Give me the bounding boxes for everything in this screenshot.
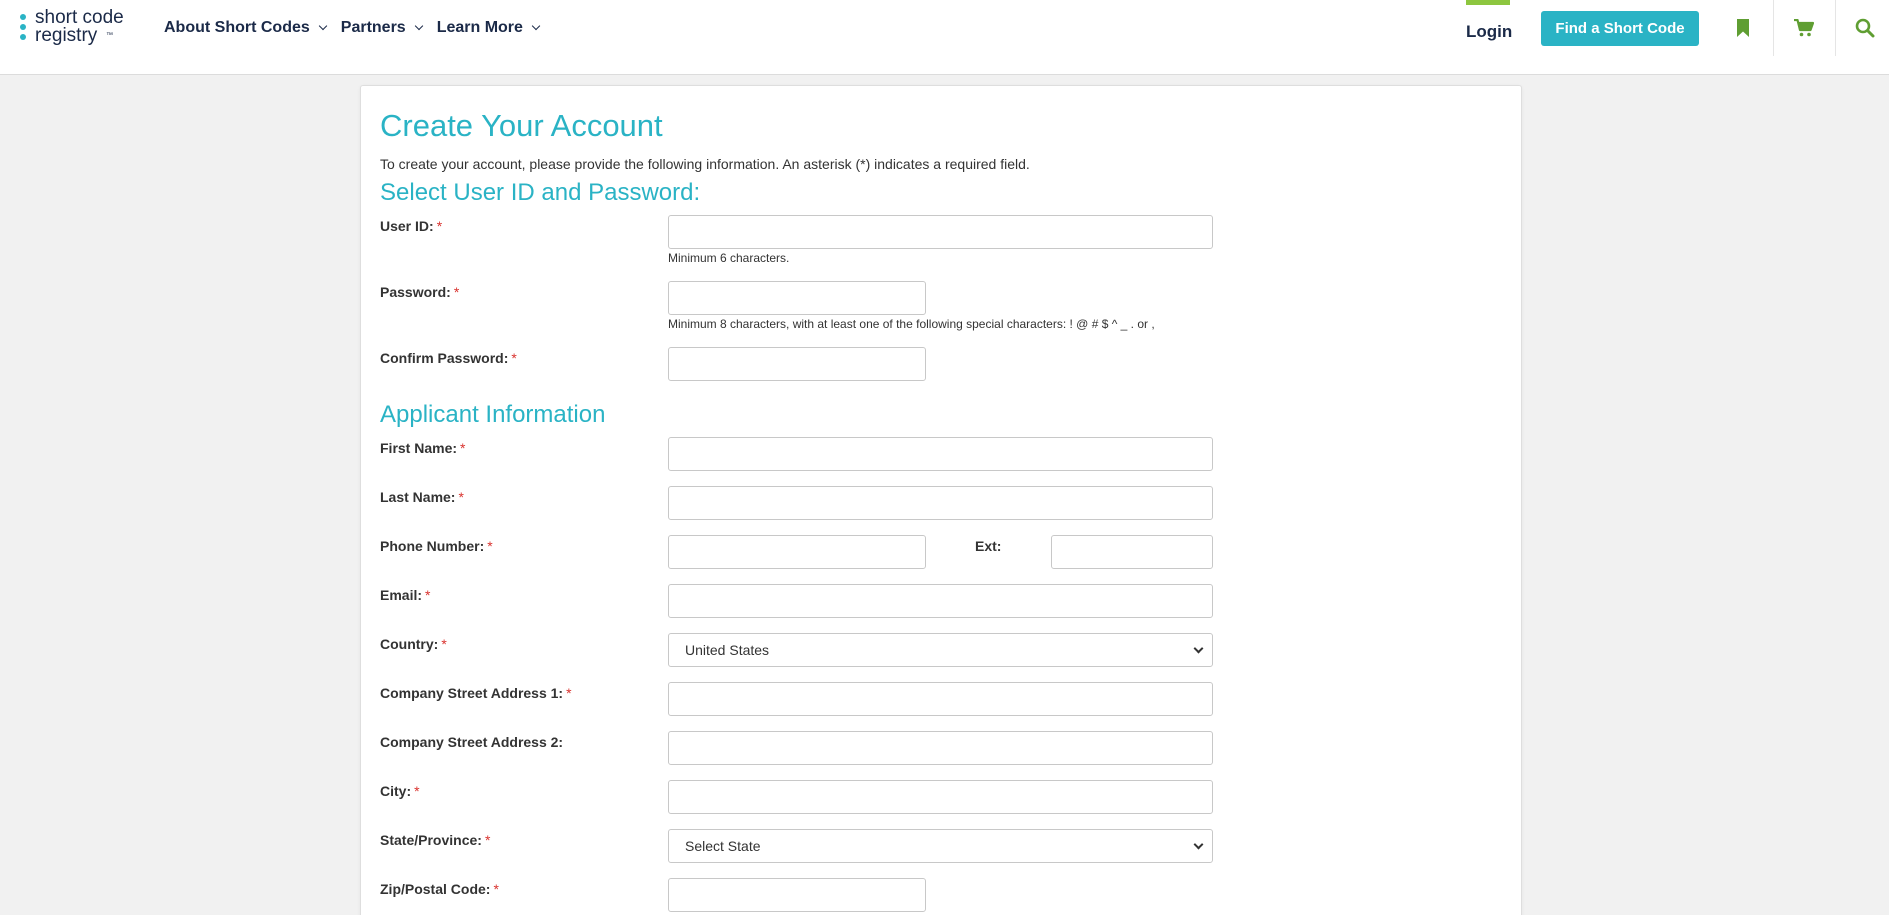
country-label: Country: * bbox=[380, 636, 447, 652]
address1-input[interactable] bbox=[668, 682, 1213, 716]
header-divider bbox=[1773, 0, 1774, 56]
main-nav: About Short Codes Partners Learn More bbox=[164, 0, 554, 56]
first-name-input[interactable] bbox=[668, 437, 1213, 471]
state-label: State/Province: * bbox=[380, 832, 491, 848]
login-label: Login bbox=[1466, 22, 1513, 41]
password-hint: Minimum 8 characters, with at least one … bbox=[668, 317, 1155, 331]
find-short-code-button[interactable]: Find a Short Code bbox=[1541, 11, 1699, 46]
zip-input[interactable] bbox=[668, 878, 926, 912]
page-title: Create Your Account bbox=[380, 108, 663, 143]
search-icon[interactable] bbox=[1845, 8, 1885, 48]
nav-partners[interactable]: Partners bbox=[340, 19, 423, 37]
email-input[interactable] bbox=[668, 584, 1213, 618]
state-select[interactable]: Select State bbox=[668, 829, 1213, 863]
nav-learn-more-label: Learn More bbox=[436, 19, 523, 36]
country-selected-value: United States bbox=[685, 642, 770, 658]
required-asterisk: * bbox=[436, 218, 443, 234]
user-id-input[interactable] bbox=[668, 215, 1213, 249]
nav-about-label: About Short Codes bbox=[164, 19, 310, 36]
site-header: short code registry ™ About Short Codes … bbox=[0, 0, 1889, 75]
login-active-indicator bbox=[1466, 0, 1510, 5]
last-name-label: Last Name: * bbox=[380, 489, 464, 505]
cart-icon[interactable] bbox=[1784, 8, 1824, 48]
logo-text-line2: registry bbox=[35, 25, 98, 46]
city-input[interactable] bbox=[668, 780, 1213, 814]
address2-input[interactable] bbox=[668, 731, 1213, 765]
logo-dots bbox=[20, 14, 26, 44]
section-title-applicant: Applicant Information bbox=[380, 401, 606, 428]
required-asterisk: * bbox=[453, 284, 460, 300]
confirm-password-label: Confirm Password: * bbox=[380, 350, 517, 366]
state-selected-value: Select State bbox=[685, 838, 761, 854]
required-asterisk: * bbox=[460, 440, 466, 456]
last-name-input[interactable] bbox=[668, 486, 1213, 520]
required-asterisk: * bbox=[487, 538, 493, 554]
zip-label: Zip/Postal Code: * bbox=[380, 881, 499, 897]
required-asterisk: * bbox=[425, 587, 431, 603]
city-label: City: * bbox=[380, 783, 420, 799]
bookmark-icon[interactable] bbox=[1723, 8, 1763, 48]
required-asterisk: * bbox=[414, 783, 420, 799]
site-logo[interactable]: short code registry ™ bbox=[20, 8, 132, 48]
required-asterisk: * bbox=[511, 350, 517, 366]
form-intro-text: To create your account, please provide t… bbox=[380, 156, 1030, 172]
ext-input[interactable] bbox=[1051, 535, 1213, 569]
nav-learn-more[interactable]: Learn More bbox=[436, 19, 541, 37]
nav-about-short-codes[interactable]: About Short Codes bbox=[164, 19, 328, 37]
chevron-down-icon bbox=[318, 21, 328, 31]
chevron-down-icon bbox=[1193, 839, 1204, 849]
first-name-label: First Name: * bbox=[380, 440, 466, 456]
header-divider bbox=[1835, 0, 1836, 56]
required-asterisk: * bbox=[458, 489, 464, 505]
confirm-password-input[interactable] bbox=[668, 347, 926, 381]
email-label: Email: * bbox=[380, 587, 431, 603]
password-label: Password: * bbox=[380, 284, 460, 300]
login-link[interactable]: Login bbox=[1466, 0, 1513, 56]
section-title-credentials: Select User ID and Password: bbox=[380, 179, 701, 206]
logo-trademark: ™ bbox=[106, 32, 113, 39]
user-id-label: User ID: * bbox=[380, 218, 443, 234]
phone-number-input[interactable] bbox=[668, 535, 926, 569]
chevron-down-icon bbox=[1193, 643, 1204, 653]
address2-label: Company Street Address 2: bbox=[380, 734, 564, 750]
ext-label: Ext: bbox=[975, 538, 1002, 554]
nav-partners-label: Partners bbox=[340, 19, 406, 36]
country-select[interactable]: United States bbox=[668, 633, 1213, 667]
required-asterisk: * bbox=[493, 881, 499, 897]
password-input[interactable] bbox=[668, 281, 926, 315]
phone-number-label: Phone Number: * bbox=[380, 538, 493, 554]
required-asterisk: * bbox=[484, 832, 491, 848]
chevron-down-icon bbox=[414, 21, 423, 31]
chevron-down-icon bbox=[531, 21, 541, 31]
required-asterisk: * bbox=[441, 636, 447, 652]
user-id-hint: Minimum 6 characters. bbox=[668, 251, 790, 265]
address1-label: Company Street Address 1: * bbox=[380, 685, 572, 701]
required-asterisk: * bbox=[566, 685, 572, 701]
